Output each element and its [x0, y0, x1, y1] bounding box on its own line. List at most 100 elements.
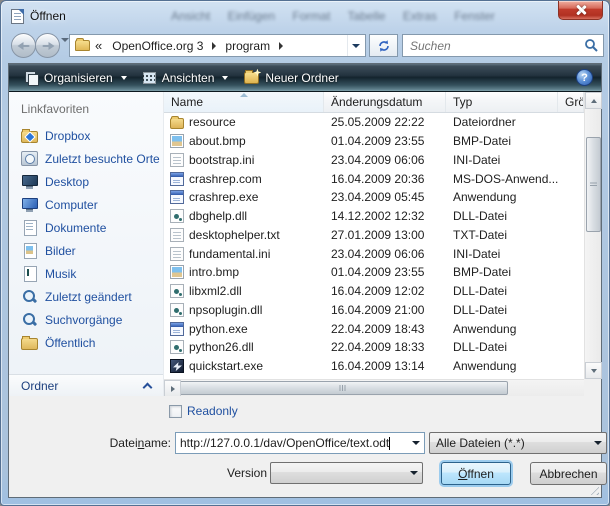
back-arrow-icon	[17, 42, 30, 50]
sidebar-item[interactable]: Zuletzt besuchte Orte	[9, 147, 163, 170]
sidebar-item[interactable]: Musik	[9, 262, 163, 285]
filetype-select[interactable]: Alle Dateien (*.*)	[429, 432, 607, 454]
chevron-up-icon	[143, 382, 153, 392]
breadcrumb-segment-label[interactable]: OpenOffice.org 3	[106, 39, 209, 53]
column-header[interactable]: Name	[164, 92, 324, 112]
sidebar-item[interactable]: Computer	[9, 193, 163, 216]
readonly-label[interactable]: Readonly	[187, 404, 238, 418]
sidebar-item[interactable]: Zuletzt geändert	[9, 285, 163, 308]
folders-expander[interactable]: Ordner	[9, 374, 163, 396]
breadcrumb: OpenOffice.org 3 program	[106, 35, 286, 56]
help-button[interactable]: ?	[576, 69, 593, 86]
views-button[interactable]: Ansichten	[135, 68, 237, 88]
cancel-button[interactable]: Abbrechen	[530, 462, 607, 485]
file-row[interactable]: about.bmp 01.04.2009 23:55 BMP-Datei	[164, 132, 584, 151]
file-name: npsoplugin.dll	[189, 303, 262, 317]
breadcrumb-separator-icon[interactable]	[279, 42, 283, 50]
search-input[interactable]	[410, 39, 584, 53]
file-row[interactable]: resource 25.05.2009 22:22 Dateiordner	[164, 113, 584, 132]
file-row[interactable]: fundamental.ini 23.04.2009 06:06 INI-Dat…	[164, 244, 584, 263]
address-breadcrumb[interactable]: « OpenOffice.org 3 program	[69, 34, 366, 57]
file-modified-date: 01.04.2009 23:55	[324, 134, 446, 148]
open-button[interactable]: Öffnen	[441, 462, 511, 485]
breadcrumb-segment[interactable]: OpenOffice.org 3	[106, 35, 219, 56]
sidebar-item[interactable]: Dokumente	[9, 216, 163, 239]
file-name: bootstrap.ini	[189, 153, 254, 167]
organize-icon	[25, 71, 38, 84]
file-modified-date: 22.04.2009 18:33	[324, 340, 446, 354]
filename-input[interactable]: http://127.0.0.1/dav/OpenOffice/text.odt	[176, 436, 407, 450]
horizontal-scrollbar[interactable]	[164, 379, 584, 396]
version-select[interactable]	[270, 462, 423, 484]
file-row[interactable]: bootstrap.ini 23.04.2009 06:06 INI-Datei	[164, 151, 584, 170]
breadcrumb-separator-icon[interactable]	[212, 42, 216, 50]
sidebar-item[interactable]: Suchvorgänge	[9, 308, 163, 331]
column-header[interactable]: Typ	[446, 92, 558, 112]
file-type: DLL-Datei	[446, 303, 558, 317]
file-row[interactable]: python.exe 22.04.2009 18:43 Anwendung	[164, 319, 584, 338]
file-row[interactable]: dbghelp.dll 14.12.2002 12:32 DLL-Datei	[164, 207, 584, 226]
breadcrumb-segment[interactable]: program	[219, 35, 286, 56]
sidebar-item-icon	[21, 151, 38, 166]
sidebar-item-icon	[21, 243, 38, 258]
sidebar-item[interactable]: Öffentlich	[9, 331, 163, 354]
file-row[interactable]: desktophelper.txt 27.01.2009 13:00 TXT-D…	[164, 226, 584, 245]
file-type-icon	[170, 247, 184, 261]
triangle-right-icon	[171, 386, 175, 392]
file-row[interactable]: npsoplugin.dll 16.04.2009 21:00 DLL-Date…	[164, 301, 584, 320]
chevron-down-icon	[410, 471, 418, 475]
sidebar-item[interactable]: Dropbox	[9, 124, 163, 147]
favorites-sidebar: Linkfavoriten Dropbox Zuletzt besuchte O…	[9, 92, 164, 396]
breadcrumb-collapse-chevron[interactable]: «	[95, 38, 102, 53]
chevron-down-icon	[222, 76, 228, 80]
version-dropdown-button[interactable]	[405, 463, 422, 483]
refresh-button[interactable]	[369, 34, 398, 57]
scroll-down-button[interactable]	[585, 362, 602, 379]
search-icon[interactable]	[584, 38, 599, 53]
readonly-option[interactable]: Readonly	[169, 404, 238, 418]
back-button[interactable]	[11, 33, 36, 58]
sidebar-item-icon	[21, 266, 38, 281]
file-row[interactable]: libxml2.dll 16.04.2009 12:02 DLL-Datei	[164, 282, 584, 301]
readonly-checkbox[interactable]	[169, 405, 182, 418]
file-type-icon	[170, 359, 184, 373]
sidebar-item-label: Öffentlich	[45, 336, 95, 350]
filename-combobox: http://127.0.0.1/dav/OpenOffice/text.odt	[175, 432, 425, 454]
file-name: crashrep.exe	[189, 190, 258, 204]
filename-value: http://127.0.0.1/dav/OpenOffice/text.odt	[180, 436, 389, 450]
column-header[interactable]: Größe	[558, 92, 584, 112]
file-row[interactable]: intro.bmp 01.04.2009 23:55 BMP-Datei	[164, 263, 584, 282]
filetype-dropdown-button[interactable]	[589, 433, 606, 453]
vertical-scrollbar[interactable]	[584, 92, 601, 379]
column-header[interactable]: Änderungsdatum	[324, 92, 446, 112]
scroll-right-button[interactable]	[164, 380, 181, 397]
sidebar-item[interactable]: Bilder	[9, 239, 163, 262]
file-row[interactable]: crashrep.exe 23.04.2009 05:45 Anwendung	[164, 188, 584, 207]
filename-dropdown-button[interactable]	[407, 433, 424, 453]
breadcrumb-segment-label[interactable]: program	[219, 39, 276, 53]
address-dropdown-button[interactable]	[347, 35, 363, 56]
file-name: python26.dll	[189, 340, 254, 354]
file-row[interactable]: quickstart.exe 16.04.2009 13:14 Anwendun…	[164, 357, 584, 376]
file-row[interactable]: python26.dll 22.04.2009 18:33 DLL-Datei	[164, 338, 584, 357]
column-header-label: Typ	[453, 95, 472, 109]
horizontal-scrollbar-thumb[interactable]	[178, 381, 508, 395]
close-button[interactable]	[558, 1, 603, 20]
file-row[interactable]: crashrep.com 16.04.2009 20:36 MS-DOS-Anw…	[164, 169, 584, 188]
scroll-up-button[interactable]	[585, 92, 602, 109]
organize-button[interactable]: Organisieren	[17, 68, 135, 88]
file-modified-date: 16.04.2009 12:02	[324, 284, 446, 298]
title-bar[interactable]: Öffnen Ansicht Einfügen Format Tabelle E…	[1, 1, 609, 31]
new-folder-button[interactable]: Neuer Ordner	[236, 68, 346, 88]
sidebar-item-label: Suchvorgänge	[45, 313, 122, 327]
forward-button[interactable]	[35, 33, 60, 58]
vertical-scrollbar-thumb[interactable]	[586, 137, 601, 232]
navigation-bar: « OpenOffice.org 3 program	[8, 32, 602, 60]
close-icon	[576, 5, 586, 15]
sidebar-item[interactable]: Desktop	[9, 170, 163, 193]
file-name: quickstart.exe	[189, 359, 263, 373]
chevron-down-icon	[352, 44, 360, 48]
sidebar-item-icon	[21, 289, 38, 304]
sidebar-header: Linkfavoriten	[9, 92, 163, 124]
file-type-icon	[170, 209, 184, 223]
